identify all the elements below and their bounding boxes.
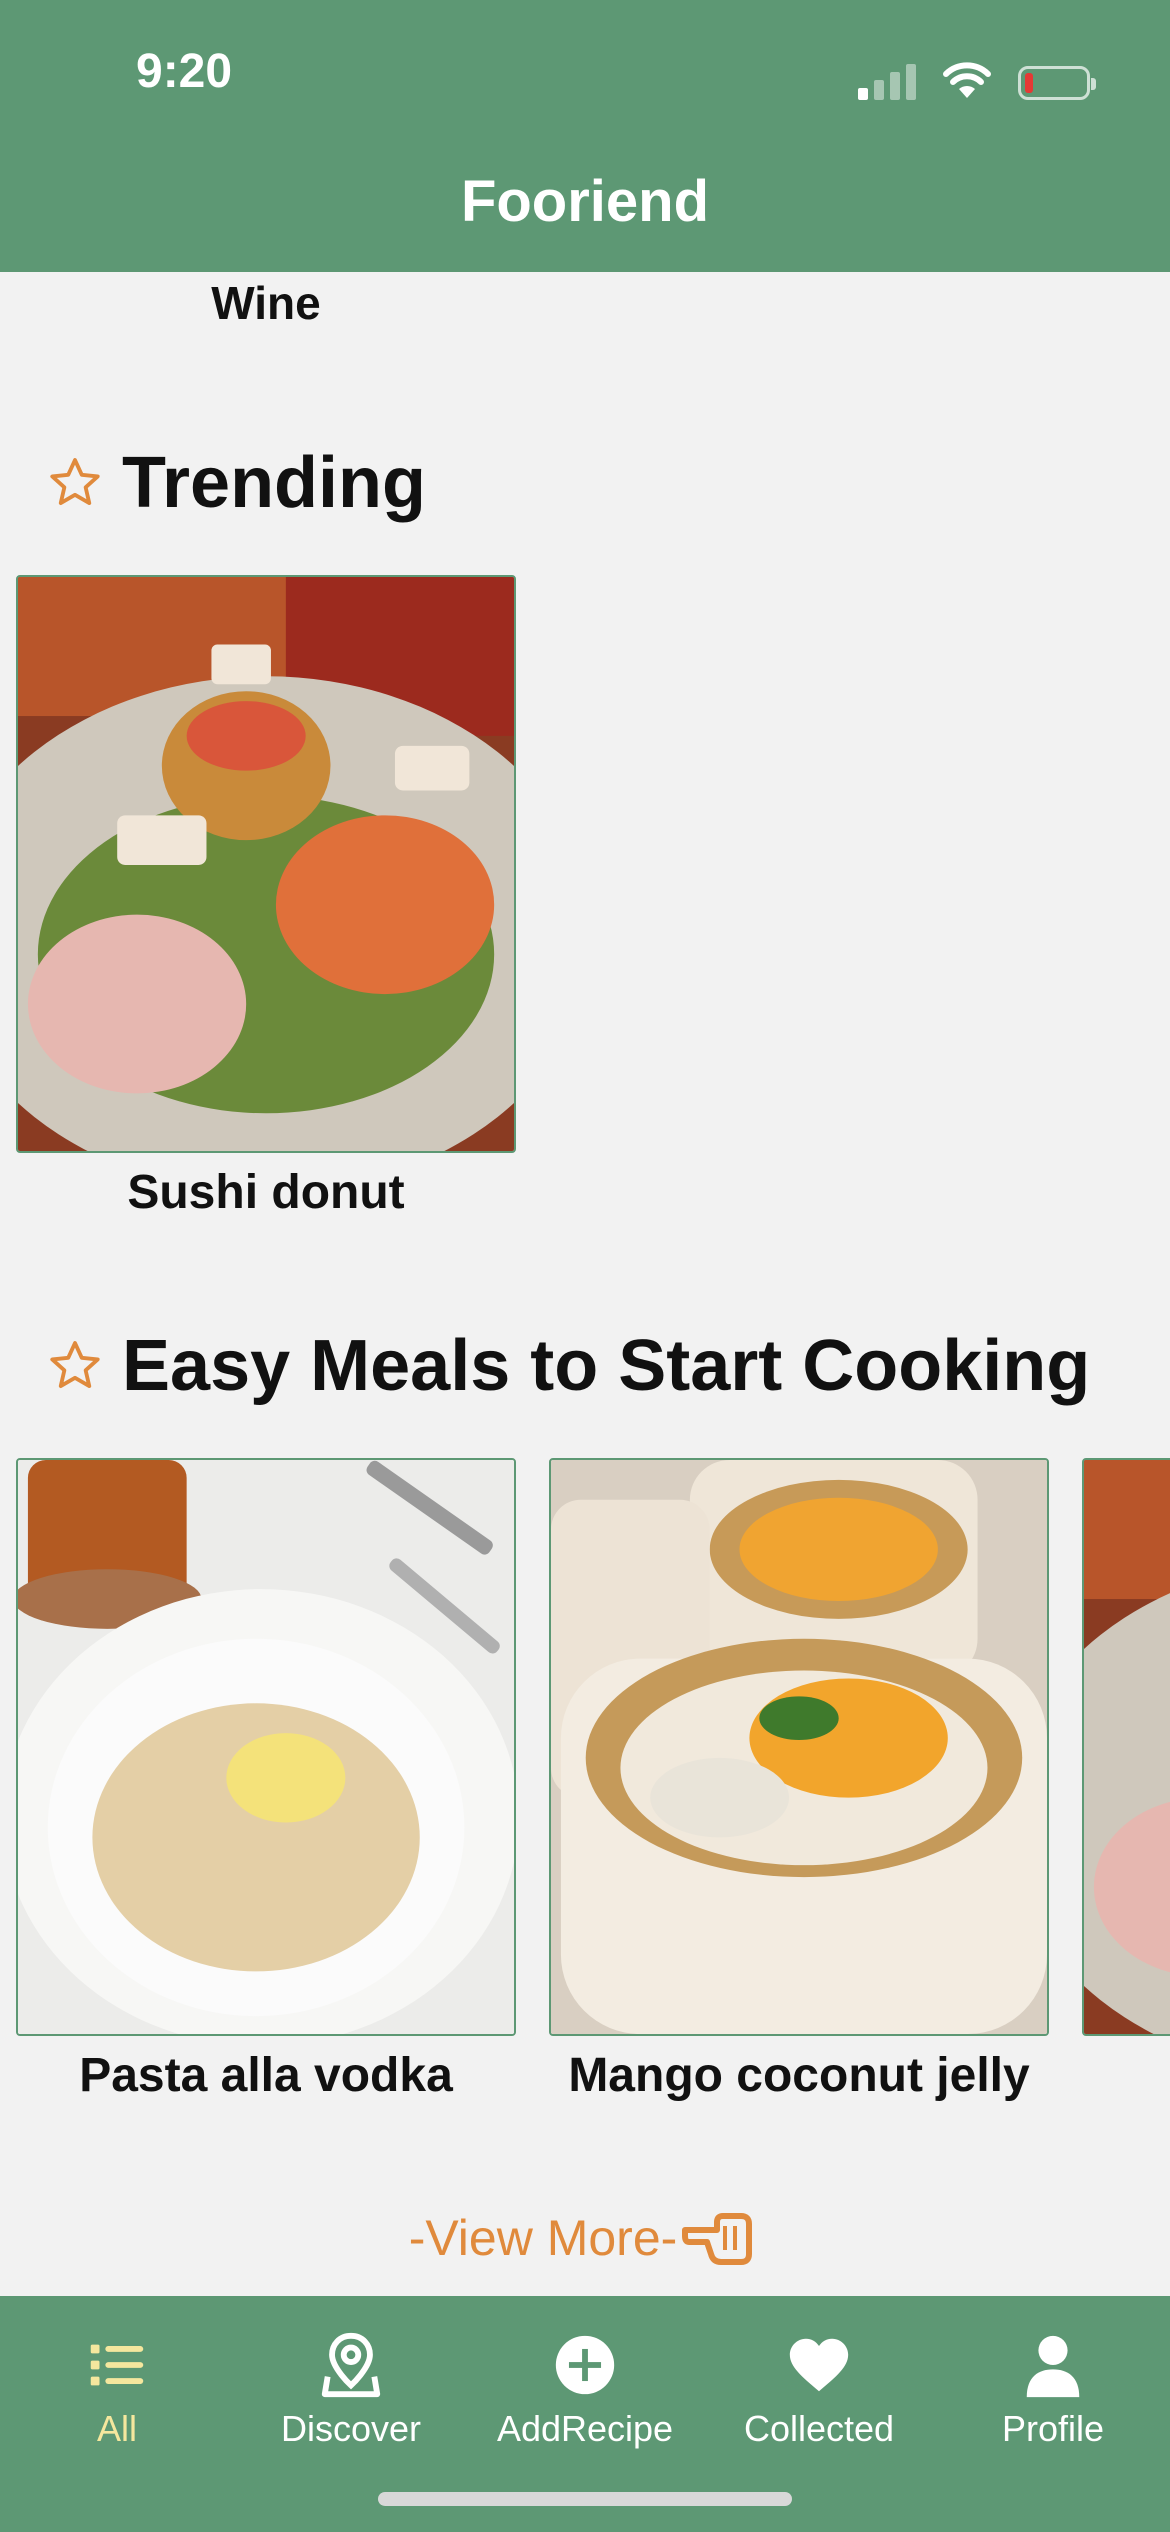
heart-icon [789, 2338, 849, 2392]
app-header: 9:20 Fooriend [0, 0, 1170, 272]
status-icons [858, 56, 1096, 100]
view-more-label[interactable]: -View More- [409, 2209, 678, 2267]
view-more-link[interactable]: -View More- [0, 2206, 1170, 2270]
tab-label: Profile [1001, 2408, 1105, 2449]
recipe-photo-sushi-donut[interactable] [16, 575, 516, 1153]
section-title-trending: Trending [46, 442, 426, 524]
tab-add-recipe[interactable]: AddRecipe [468, 2308, 702, 2450]
recipe-card-mango-coconut-jelly[interactable]: Mango coconut jelly [549, 1458, 1049, 2103]
recipe-photo-pasta-alla-vodka[interactable] [16, 1458, 516, 2036]
star-icon [50, 458, 100, 505]
section-title-text: Easy Meals to Start Cooking [122, 1326, 1091, 1406]
tab-label: Discover [280, 2408, 422, 2449]
battery-icon [1018, 66, 1096, 100]
app-title: Fooriend [460, 169, 710, 234]
map-pin-icon [321, 2332, 381, 2398]
tab-all[interactable]: All [0, 2308, 234, 2450]
tab-discover[interactable]: Discover [234, 2308, 468, 2450]
star-icon [50, 1341, 100, 1388]
recipe-name[interactable]: Mango coconut jelly [549, 2048, 1049, 2103]
tab-collected[interactable]: Collected [702, 2308, 936, 2450]
list-icon [90, 2344, 144, 2386]
recipe-card-partial[interactable] [1082, 1458, 1170, 2036]
section-title-easy-meals: Easy Meals to Start Cooking [46, 1325, 1090, 1407]
recipe-card-sushi-donut[interactable]: Sushi donut [16, 575, 516, 1220]
tab-label: Collected [743, 2408, 895, 2449]
category-label-partial[interactable]: Wine [16, 276, 516, 330]
wifi-icon [943, 62, 991, 98]
recipe-photo-partial[interactable] [1082, 1458, 1170, 2036]
status-time: 9:20 [136, 45, 233, 98]
section-title-text: Trending [122, 443, 426, 523]
tab-profile[interactable]: Profile [936, 2308, 1170, 2450]
tab-label: All [96, 2408, 137, 2449]
recipe-card-pasta-alla-vodka[interactable]: Pasta alla vodka [16, 1458, 516, 2103]
recipe-name[interactable]: Sushi donut [16, 1165, 516, 1220]
person-icon [1026, 2335, 1080, 2398]
main-content[interactable]: Wine Trending Sushi donut Easy Meals to … [0, 272, 1170, 2296]
home-indicator[interactable] [378, 2492, 792, 2506]
pointing-hand-icon [682, 2213, 753, 2265]
cellular-signal-icon [858, 62, 916, 100]
recipe-name[interactable]: Pasta alla vodka [16, 2048, 516, 2103]
recipe-photo-mango-coconut-jelly[interactable] [549, 1458, 1049, 2036]
tab-label: AddRecipe [496, 2408, 674, 2449]
plus-circle-icon [555, 2335, 615, 2395]
